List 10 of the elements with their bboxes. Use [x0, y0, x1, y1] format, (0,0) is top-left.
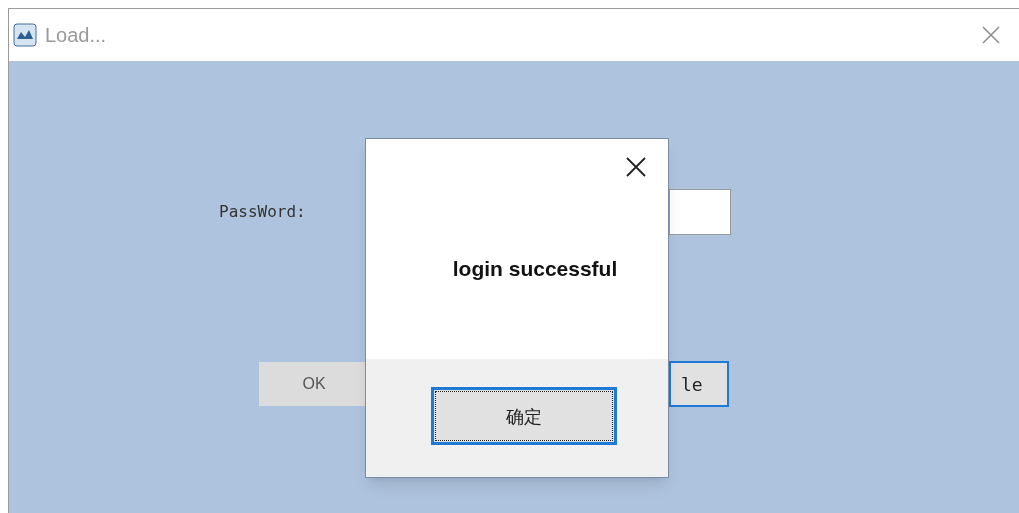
close-button[interactable]: [624, 155, 648, 179]
message-text: login successful: [452, 256, 618, 283]
password-field[interactable]: [669, 189, 731, 235]
window-title: Load...: [45, 23, 107, 48]
close-icon: [981, 25, 1001, 45]
partial-button[interactable]: le: [669, 361, 729, 407]
confirm-button[interactable]: 确定: [431, 387, 617, 445]
password-label: PassWord:: [219, 201, 307, 223]
close-icon: [625, 156, 647, 178]
app-icon: [13, 23, 37, 47]
